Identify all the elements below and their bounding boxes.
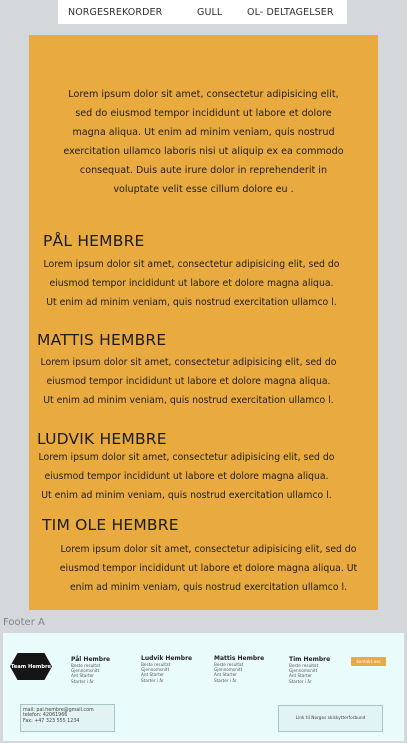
athlete-text-timole: Lorem ipsum dolor sit amet, consectetur … bbox=[41, 540, 376, 597]
contact-info-box: mail: pal.hembre@gmail.com telefon: 4206… bbox=[20, 704, 115, 732]
footer-column-mattis: Mattis Hembre Beste resultat Gjennomsnit… bbox=[214, 655, 264, 683]
footer-column-title: Pål Hembre bbox=[71, 656, 111, 663]
content-panel: Lorem ipsum dolor sit amet, consectetur … bbox=[29, 35, 378, 610]
contact-button[interactable]: kontakt oss bbox=[351, 657, 386, 666]
footer-column-title: Ludvik Hembre bbox=[141, 655, 193, 662]
athlete-text-line: Lorem ipsum dolor sit amet, consectetur … bbox=[60, 544, 357, 555]
athlete-text-mattis: Lorem ipsum dolor sit amet, consectetur … bbox=[29, 353, 348, 410]
athlete-text-pal: Lorem ipsum dolor sit amet, consectetur … bbox=[29, 255, 354, 312]
nav-item-gull[interactable]: GULL bbox=[197, 7, 222, 18]
footer-stat: Starter i år bbox=[71, 678, 94, 684]
team-logo[interactable]: Team Hembre bbox=[10, 653, 52, 680]
athlete-heading-timole: TIM OLE HEMBRE bbox=[42, 516, 179, 534]
athlete-text-ludvik: Lorem ipsum dolor sit amet, consectetur … bbox=[29, 448, 344, 505]
athlete-heading-pal: PÅL HEMBRE bbox=[43, 232, 145, 250]
athlete-text-line: Lorem ipsum dolor sit amet, consectetur … bbox=[40, 357, 337, 368]
footer-stat: Starter i år bbox=[214, 677, 237, 683]
footer-column-pal: Pål Hembre Beste resultat Gjennomsnitt A… bbox=[71, 656, 110, 684]
contact-fax: Fax: +47 323 555 1234 bbox=[23, 718, 80, 724]
logo-text: Team Hembre bbox=[10, 663, 52, 670]
athlete-text-line: eiusmod tempor incididunt ut labore et d… bbox=[49, 278, 334, 289]
footer-stat: Starter i år bbox=[289, 678, 312, 684]
athlete-text-line: Lorem ipsum dolor sit amet, consectetur … bbox=[38, 452, 335, 463]
athlete-text-line: eiusmod tempor incididunt ut labore et d… bbox=[44, 471, 329, 482]
nav-item-ol-deltagelser[interactable]: OL- DELTAGELSER bbox=[247, 7, 334, 18]
athlete-text-line: eiusmod tempor incididunt ut labore et d… bbox=[59, 563, 358, 574]
footer-frame-label: Footer A bbox=[3, 617, 45, 628]
intro-text: Lorem ipsum dolor sit amet, consectetur … bbox=[29, 85, 378, 199]
intro-line: consequat. Duis aute irure dolor in repr… bbox=[79, 165, 328, 176]
footer-column-title: Mattis Hembre bbox=[214, 655, 265, 662]
top-navigation: NORGESREKORDER GULL OL- DELTAGELSER bbox=[58, 0, 347, 24]
athlete-heading-ludvik: LUDVIK HEMBRE bbox=[37, 430, 167, 448]
intro-line: sed do eiusmod tempor incididunt ut labo… bbox=[75, 108, 332, 119]
federation-link-box[interactable]: Link til Norges skiskytterforbund bbox=[278, 705, 383, 732]
athlete-text-line: Ut enim ad minim veniam, quis nostrud ex… bbox=[46, 297, 337, 308]
footer-stat: Starter i år bbox=[141, 677, 164, 683]
athlete-text-line: Ut enim ad minim veniam, quis nostrud ex… bbox=[41, 490, 332, 501]
athlete-text-line: Ut enim ad minim veniam, quis nostrud ex… bbox=[43, 395, 334, 406]
footer-column-title: Tim Hembre bbox=[289, 656, 331, 663]
athlete-text-line: Lorem ipsum dolor sit amet, consectetur … bbox=[43, 259, 340, 270]
intro-line: exercitation ullamco laboris nisi ut ali… bbox=[63, 146, 344, 157]
nav-item-norgesrekorder[interactable]: NORGESREKORDER bbox=[68, 7, 162, 18]
athlete-text-line: eiusmod tempor incididunt ut labore et d… bbox=[46, 376, 331, 387]
athlete-text-line: enim ad minim veniam, quis nostrud exerc… bbox=[69, 582, 348, 593]
intro-line: voluptate velit esse cillum dolore eu . bbox=[113, 184, 294, 195]
intro-line: Lorem ipsum dolor sit amet, consectetur … bbox=[68, 89, 339, 100]
footer-column-tim: Tim Hembre Beste resultat Gjennomsnitt A… bbox=[289, 656, 330, 684]
federation-link[interactable]: Link til Norges skiskytterforbund bbox=[296, 716, 366, 721]
footer: Team Hembre Pål Hembre Beste resultat Gj… bbox=[3, 633, 404, 741]
athlete-heading-mattis: MATTIS HEMBRE bbox=[37, 331, 167, 349]
footer-column-ludvik: Ludvik Hembre Beste resultat Gjennomsnit… bbox=[141, 655, 192, 683]
intro-line: magna aliqua. Ut enim ad minim veniam, q… bbox=[72, 127, 335, 138]
